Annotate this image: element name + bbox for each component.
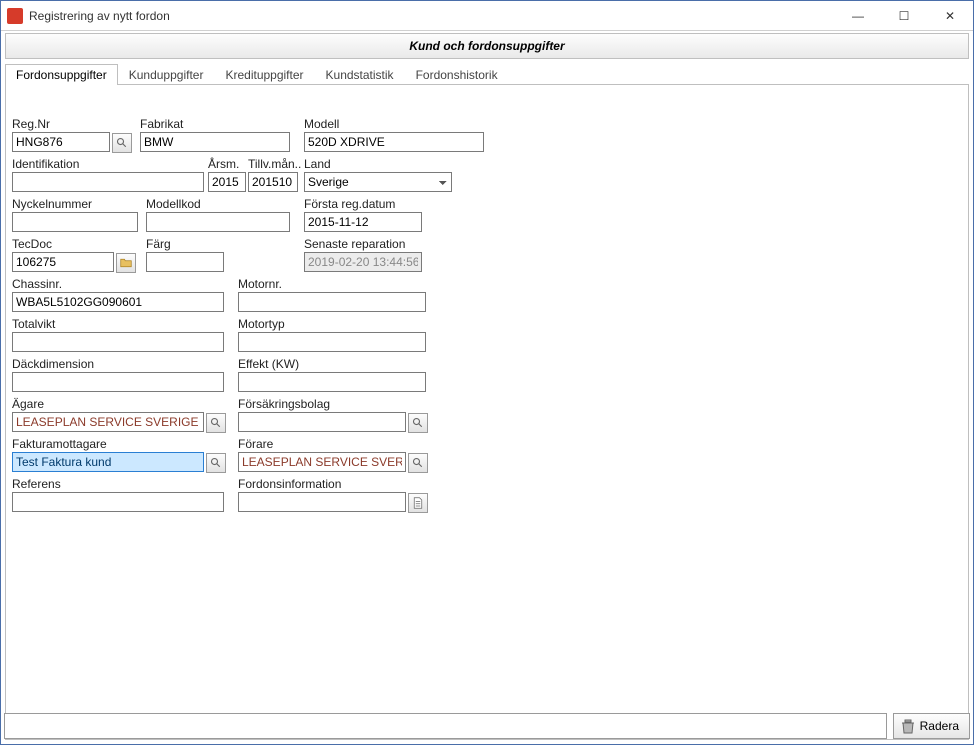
identifikation-label: Identifikation (12, 157, 204, 171)
tab-fordonsuppgifter[interactable]: Fordonsuppgifter (5, 64, 118, 85)
arsm-input[interactable] (208, 172, 246, 192)
nyckel-label: Nyckelnummer (12, 197, 138, 211)
app-icon (7, 8, 23, 24)
identifikation-input[interactable] (12, 172, 204, 192)
tecdoc-label: TecDoc (12, 237, 138, 251)
delete-button-label: Radera (920, 719, 959, 733)
search-icon (210, 417, 222, 429)
fordonsinfo-edit-button[interactable] (408, 493, 428, 513)
modellkod-label: Modellkod (146, 197, 290, 211)
close-button[interactable]: ✕ (927, 1, 973, 31)
land-select[interactable]: Sverige (304, 172, 452, 192)
agare-lookup-button[interactable] (206, 413, 226, 433)
fordonsinfo-input[interactable] (238, 492, 406, 512)
forsakring-input[interactable] (238, 412, 406, 432)
forsakring-label: Försäkringsbolag (238, 397, 426, 411)
footer-bar: Radera (4, 713, 970, 739)
app-window: Registrering av nytt fordon — ☐ ✕ Kund o… (0, 0, 974, 745)
motornr-input[interactable] (238, 292, 426, 312)
search-icon (210, 457, 222, 469)
regnr-label: Reg.Nr (12, 117, 130, 131)
modell-input[interactable] (304, 132, 484, 152)
nyckel-input[interactable] (12, 212, 138, 232)
search-icon (116, 137, 128, 149)
tab-content: Reg.Nr Fabrikat Modell Identifikation År… (5, 85, 969, 740)
regnr-lookup-button[interactable] (112, 133, 132, 153)
chassi-label: Chassinr. (12, 277, 224, 291)
senrep-input (304, 252, 422, 272)
dack-input[interactable] (12, 372, 224, 392)
forsakring-lookup-button[interactable] (408, 413, 428, 433)
search-icon (412, 417, 424, 429)
tab-kredituppgifter[interactable]: Kredituppgifter (214, 64, 314, 85)
fabrikat-input[interactable] (140, 132, 290, 152)
modellkod-input[interactable] (146, 212, 290, 232)
motornr-label: Motornr. (238, 277, 426, 291)
modell-label: Modell (304, 117, 484, 131)
trash-icon (900, 718, 916, 734)
delete-button[interactable]: Radera (893, 713, 970, 739)
window-title: Registrering av nytt fordon (29, 9, 835, 23)
document-icon (412, 497, 424, 509)
status-field[interactable] (4, 713, 887, 739)
arsm-label: Årsm. (208, 157, 246, 171)
land-label: Land (304, 157, 452, 171)
senrep-label: Senaste reparation (304, 237, 422, 251)
tecdoc-input[interactable] (12, 252, 114, 272)
tab-fordonshistorik[interactable]: Fordonshistorik (405, 64, 509, 85)
page-header: Kund och fordonsuppgifter (5, 33, 969, 59)
maximize-button[interactable]: ☐ (881, 1, 927, 31)
forstareg-label: Första reg.datum (304, 197, 422, 211)
agare-input[interactable] (12, 412, 204, 432)
agare-label: Ägare (12, 397, 224, 411)
regnr-input[interactable] (12, 132, 110, 152)
farg-label: Färg (146, 237, 224, 251)
minimize-button[interactable]: — (835, 1, 881, 31)
dack-label: Däckdimension (12, 357, 224, 371)
forare-label: Förare (238, 437, 426, 451)
referens-label: Referens (12, 477, 224, 491)
search-icon (412, 457, 424, 469)
tillv-label: Tillv.mån.. (248, 157, 298, 171)
referens-input[interactable] (12, 492, 224, 512)
fordonsinfo-label: Fordonsinformation (238, 477, 426, 491)
tillv-input[interactable] (248, 172, 298, 192)
fakturamott-input[interactable] (12, 452, 204, 472)
tab-kundstatistik[interactable]: Kundstatistik (315, 64, 405, 85)
totalvikt-input[interactable] (12, 332, 224, 352)
fabrikat-label: Fabrikat (140, 117, 290, 131)
chassi-input[interactable] (12, 292, 224, 312)
totalvikt-label: Totalvikt (12, 317, 224, 331)
farg-input[interactable] (146, 252, 224, 272)
effekt-input[interactable] (238, 372, 426, 392)
forare-input[interactable] (238, 452, 406, 472)
titlebar: Registrering av nytt fordon — ☐ ✕ (1, 1, 973, 31)
motortyp-input[interactable] (238, 332, 426, 352)
effekt-label: Effekt (KW) (238, 357, 426, 371)
fakturamott-lookup-button[interactable] (206, 453, 226, 473)
tab-kunduppgifter[interactable]: Kunduppgifter (118, 64, 215, 85)
tecdoc-lookup-button[interactable] (116, 253, 136, 273)
forare-lookup-button[interactable] (408, 453, 428, 473)
page-title: Kund och fordonsuppgifter (409, 39, 564, 53)
tab-strip: Fordonsuppgifter Kunduppgifter Kreditupp… (5, 63, 969, 85)
motortyp-label: Motortyp (238, 317, 426, 331)
folder-icon (120, 257, 132, 269)
forstareg-input[interactable] (304, 212, 422, 232)
fakturamott-label: Fakturamottagare (12, 437, 224, 451)
window-controls: — ☐ ✕ (835, 1, 973, 31)
